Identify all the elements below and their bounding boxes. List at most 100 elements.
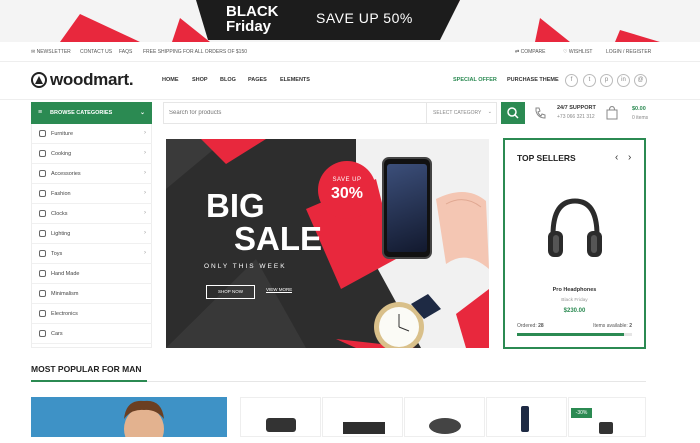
section-title-underline — [31, 380, 147, 382]
product-tile[interactable] — [322, 397, 403, 437]
twitter-icon[interactable]: t — [583, 74, 596, 87]
wishlist-link[interactable]: ♡ WISHLIST — [563, 49, 593, 55]
nav-shop[interactable]: SHOP — [192, 77, 208, 83]
category-label: Lighting — [51, 231, 71, 237]
category-item[interactable]: Cooking › — [32, 144, 152, 164]
hero-sale: SALE — [234, 220, 323, 257]
browse-categories-button[interactable]: ≡ BROWSE CATEGORIES ⌄ — [31, 102, 152, 124]
linkedin-icon[interactable]: in — [617, 74, 630, 87]
chevron-down-icon: ⌄ — [487, 109, 492, 115]
category-icon — [39, 330, 46, 337]
compare-link[interactable]: ⇄ COMPARE — [515, 49, 546, 55]
faqs-link[interactable]: FAQS — [119, 49, 132, 55]
popular-man-image[interactable] — [31, 397, 227, 437]
phone-icon — [535, 107, 546, 119]
hero-banner[interactable]: BIG SALE ONLY THIS WEEK SHOP NOW VIEW MO… — [166, 139, 489, 348]
chevron-right-icon: › — [144, 170, 146, 176]
category-item[interactable]: Cars — [32, 324, 152, 344]
ordered-label: Ordered: — [517, 323, 537, 329]
category-label: Hand Made — [51, 271, 80, 277]
man-portrait — [124, 400, 164, 437]
promo-line2: Friday — [226, 18, 272, 35]
nav-home[interactable]: HOME — [162, 77, 179, 83]
newsletter-link[interactable]: ✉ NEWSLETTER — [31, 49, 71, 55]
category-label: Accessories — [51, 171, 81, 177]
category-label: Cars — [51, 331, 63, 337]
category-item[interactable]: Clocks › — [32, 204, 152, 224]
nav-purchase-theme[interactable]: PURCHASE THEME — [507, 77, 559, 83]
logo-icon — [31, 72, 47, 88]
logo[interactable]: woodmart. — [50, 70, 134, 90]
headphones-image[interactable] — [545, 195, 605, 269]
popular-section-title: MOST POPULAR FOR MAN — [31, 364, 142, 374]
category-item[interactable]: Lighting › — [32, 224, 152, 244]
product-image — [266, 418, 296, 432]
shop-now-button[interactable]: SHOP NOW — [206, 285, 255, 299]
category-item[interactable]: Accessories › — [32, 164, 152, 184]
promo-banner[interactable]: BLACK Friday SAVE UP 50% — [0, 0, 700, 42]
support-phone[interactable]: +73 066 321 312 — [557, 114, 595, 120]
view-more-link[interactable]: VIEW MORE — [266, 287, 293, 293]
chevron-right-icon: › — [144, 190, 146, 196]
category-select[interactable]: SELECT CATEGORY ⌄ — [426, 103, 498, 123]
discount-badge: -30% — [571, 408, 592, 418]
category-label: Minimalism — [51, 291, 79, 297]
black-friday-title: BLACK Friday — [226, 4, 279, 34]
nav-special-offer[interactable]: SPECIAL OFFER — [453, 77, 497, 83]
category-item[interactable]: Electronics — [32, 304, 152, 324]
login-link[interactable]: LOGIN / REGISTER — [606, 49, 651, 55]
nav-blog[interactable]: BLOG — [220, 77, 236, 83]
available-stat: Items available: 2 — [593, 323, 632, 329]
category-icon — [39, 230, 46, 237]
available-label: Items available: — [593, 323, 628, 329]
next-arrow-icon[interactable]: › — [628, 152, 631, 163]
email-icon[interactable]: @ — [634, 74, 647, 87]
category-item[interactable]: Fashion › — [32, 184, 152, 204]
category-icon — [39, 310, 46, 317]
product-tile[interactable] — [404, 397, 485, 437]
product-tile[interactable] — [486, 397, 567, 437]
product-price: $230.00 — [563, 308, 586, 314]
facebook-icon[interactable]: f — [565, 74, 578, 87]
category-icon — [39, 250, 46, 257]
header: woodmart. HOME SHOP BLOG PAGES ELEMENTS … — [0, 62, 700, 100]
category-icon — [39, 270, 46, 277]
product-image — [429, 418, 461, 434]
ordered-count: 28 — [538, 323, 544, 329]
category-icon — [39, 130, 46, 137]
contact-link[interactable]: CONTACT US — [80, 49, 112, 55]
category-item[interactable]: Toys › — [32, 244, 152, 264]
shipping-notice: FREE SHIPPING FOR ALL ORDERS OF $150 — [143, 49, 248, 55]
category-list: Furniture › Cooking › Accessories › Fashion › Cl… — [31, 124, 152, 348]
stock-progress-fill — [517, 333, 624, 336]
cart-icon[interactable] — [605, 105, 619, 120]
cart-total: $0.00 — [632, 106, 646, 112]
product-name[interactable]: Pro Headphones — [505, 287, 644, 293]
available-count: 2 — [629, 323, 632, 329]
category-icon — [39, 210, 46, 217]
category-label: Furniture — [51, 131, 74, 137]
browse-categories-label: BROWSE CATEGORIES — [50, 110, 113, 116]
category-label: Fashion — [51, 191, 71, 197]
pinterest-icon[interactable]: p — [600, 74, 613, 87]
chevron-right-icon: › — [144, 210, 146, 216]
prev-arrow-icon[interactable]: ‹ — [615, 152, 618, 163]
chevron-right-icon: › — [144, 230, 146, 236]
cart-items: 0 items — [632, 115, 649, 121]
support-label: 24/7 SUPPORT — [557, 105, 596, 111]
search-input[interactable] — [164, 103, 424, 123]
product-image — [599, 422, 613, 434]
category-icon — [39, 150, 46, 157]
category-item[interactable]: Furniture › — [32, 124, 152, 144]
ordered-stat: Ordered: 28 — [517, 323, 544, 329]
product-tile[interactable] — [240, 397, 321, 437]
product-tile[interactable]: -30% — [568, 397, 646, 437]
category-item[interactable]: Hand Made — [32, 264, 152, 284]
top-sellers-title: TOP SELLERS — [517, 153, 576, 163]
category-item[interactable]: Minimalism — [32, 284, 152, 304]
nav-pages[interactable]: PAGES — [248, 77, 267, 83]
promo-line1: BLACK — [226, 3, 279, 20]
nav-elements[interactable]: ELEMENTS — [280, 77, 310, 83]
promo-save-text: SAVE UP 50% — [316, 10, 413, 26]
search-button[interactable] — [501, 102, 525, 124]
